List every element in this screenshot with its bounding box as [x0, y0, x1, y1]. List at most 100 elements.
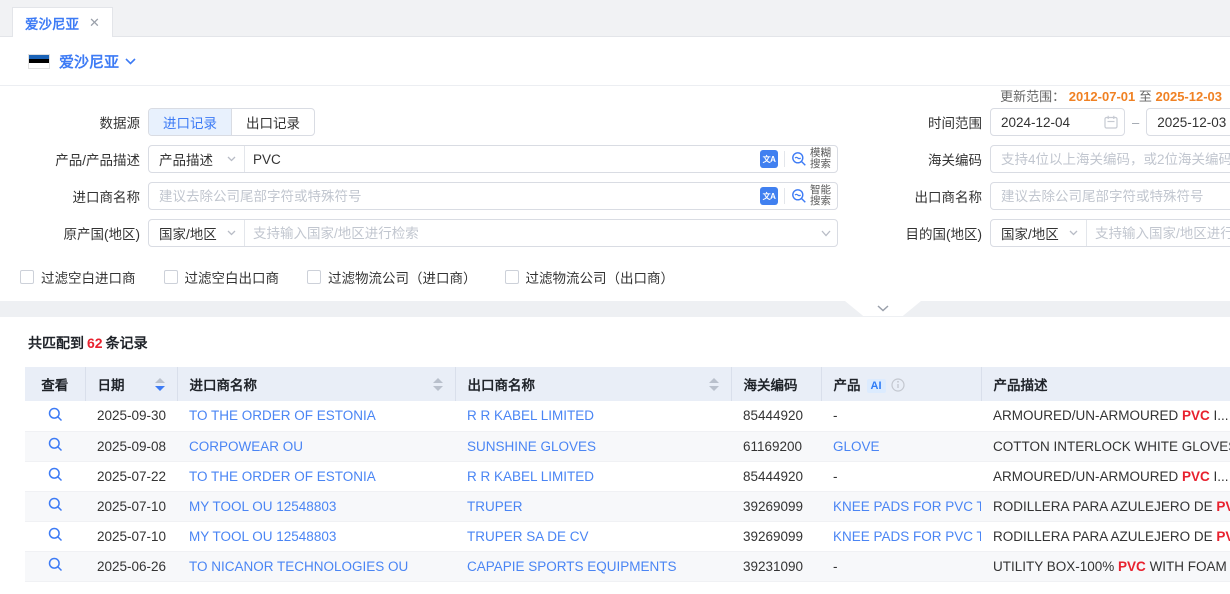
cell-hs-code: 39269099 — [731, 521, 821, 551]
exporter-link[interactable]: TRUPER SA DE CV — [467, 529, 589, 544]
date-start-input[interactable]: 2024-12-04 — [990, 108, 1125, 136]
column-header-description: 产品描述 — [981, 367, 1230, 401]
filter-checkbox-row: 过滤空白进口商 过滤空白出口商 过滤物流公司（进口商） 过滤物流公司（出口商） — [20, 267, 1230, 287]
smart-search-button[interactable]: 智能搜索 — [791, 185, 831, 207]
results-summary: 共匹配到62条记录 — [0, 333, 1230, 353]
origin-country-select[interactable]: 国家/地区 — [149, 220, 245, 246]
column-header-hs-code: 海关编码 — [731, 367, 821, 401]
search-icon — [48, 557, 63, 572]
importer-input[interactable] — [149, 184, 760, 208]
cell-date: 2025-06-26 — [85, 551, 177, 581]
collapse-filter-button[interactable] — [845, 301, 921, 316]
cell-date: 2025-09-08 — [85, 431, 177, 461]
view-record-button[interactable] — [25, 497, 85, 512]
product-input[interactable] — [245, 147, 760, 171]
product-link[interactable]: GLOVE — [833, 439, 880, 454]
summary-prefix: 共匹配到 — [28, 335, 84, 351]
exporter-label: 出口商名称 — [838, 186, 982, 206]
chevron-down-icon — [125, 58, 136, 65]
exporter-input[interactable] — [1001, 189, 1230, 204]
cell-hs-code: 85444920 — [731, 461, 821, 491]
data-source-label: 数据源 — [20, 112, 140, 132]
table-row: 2025-07-22 TO THE ORDER OF ESTONIA R R K… — [25, 461, 1230, 491]
table-row: 2025-07-10 MY TOOL OU 12548803 TRUPER SA… — [25, 521, 1230, 551]
sort-date-button[interactable] — [147, 378, 165, 391]
cell-hs-code: 85444920 — [731, 401, 821, 431]
cell-date: 2025-07-22 — [85, 461, 177, 491]
column-header-exporter: 出口商名称 — [455, 367, 731, 401]
summary-count: 62 — [84, 335, 106, 351]
importer-link[interactable]: MY TOOL OU 12548803 — [189, 499, 336, 514]
dest-country-input[interactable] — [1087, 221, 1230, 245]
translate-icon[interactable]: 文A — [760, 150, 778, 168]
update-range-to: 至 — [1139, 89, 1152, 104]
divider — [784, 151, 785, 167]
tab-estonia[interactable]: 爱沙尼亚 ✕ — [12, 7, 113, 37]
view-record-button[interactable] — [25, 437, 85, 452]
exporter-link[interactable]: TRUPER — [467, 499, 523, 514]
column-header-view: 查看 — [25, 367, 85, 401]
country-name[interactable]: 爱沙尼亚 — [59, 51, 119, 72]
exporter-link[interactable]: CAPAPIE SPORTS EQUIPMENTS — [467, 559, 677, 574]
search-icon — [48, 467, 63, 482]
chevron-down-icon — [821, 230, 831, 237]
divider — [784, 188, 785, 204]
cell-description: RODILLERA PARA AZULEJERO DE PVC — [981, 521, 1230, 551]
info-icon[interactable] — [891, 378, 905, 392]
importer-link[interactable]: TO NICANOR TECHNOLOGIES OU — [189, 559, 408, 574]
checkbox[interactable] — [20, 270, 34, 284]
cell-product: - — [821, 551, 981, 581]
cell-description: UTILITY BOX-100% PVC WITH FOAM — [981, 551, 1230, 581]
checkbox[interactable] — [307, 270, 321, 284]
calendar-icon[interactable] — [1104, 115, 1118, 129]
checkbox-filter-logistics-exporter[interactable]: 过滤物流公司（出口商） — [505, 267, 675, 287]
importer-link[interactable]: TO THE ORDER OF ESTONIA — [189, 469, 376, 484]
view-record-button[interactable] — [25, 467, 85, 482]
checkbox-filter-logistics-importer[interactable]: 过滤物流公司（进口商） — [307, 267, 477, 287]
column-header-importer: 进口商名称 — [177, 367, 455, 401]
close-icon[interactable]: ✕ — [89, 16, 100, 29]
view-record-button[interactable] — [25, 557, 85, 572]
product-link[interactable]: KNEE PADS FOR PVC T... — [833, 529, 981, 544]
segment-export-records[interactable]: 出口记录 — [231, 109, 314, 135]
exporter-link[interactable]: R R KABEL LIMITED — [467, 469, 594, 484]
importer-link[interactable]: CORPOWEAR OU — [189, 439, 303, 454]
panel-separator — [0, 301, 1230, 317]
product-link[interactable]: KNEE PADS FOR PVC T... — [833, 499, 981, 514]
importer-link[interactable]: TO THE ORDER OF ESTONIA — [189, 408, 376, 423]
product-type-value: 产品描述 — [159, 149, 213, 169]
view-record-button[interactable] — [25, 407, 85, 422]
translate-icon[interactable]: 文A — [760, 187, 778, 205]
origin-country-input[interactable] — [245, 221, 821, 245]
checkbox-filter-blank-exporter[interactable]: 过滤空白出口商 — [164, 267, 280, 287]
data-source-segmented: 进口记录 出口记录 — [148, 108, 315, 136]
checkbox[interactable] — [505, 270, 519, 284]
segment-import-records[interactable]: 进口记录 — [149, 109, 231, 135]
tab-title: 爱沙尼亚 — [25, 13, 79, 33]
cell-date: 2025-09-30 — [85, 401, 177, 431]
date-end-input[interactable]: 2025-12-03 — [1146, 108, 1230, 136]
table-row: 2025-06-26 TO NICANOR TECHNOLOGIES OU CA… — [25, 551, 1230, 581]
exporter-link[interactable]: SUNSHINE GLOVES — [467, 439, 596, 454]
view-record-button[interactable] — [25, 527, 85, 542]
checkbox-label: 过滤物流公司（出口商） — [526, 267, 675, 287]
update-range-end: 2025-12-03 — [1156, 89, 1223, 104]
search-icon — [48, 527, 63, 542]
smart-search-icon — [791, 188, 807, 204]
checkbox-filter-blank-importer[interactable]: 过滤空白进口商 — [20, 267, 136, 287]
dest-country-select[interactable]: 国家/地区 — [991, 220, 1087, 246]
sort-exporter-button[interactable] — [701, 378, 719, 391]
exporter-link[interactable]: R R KABEL LIMITED — [467, 408, 594, 423]
hs-code-input[interactable] — [1001, 152, 1230, 167]
search-icon — [48, 497, 63, 512]
tab-bar: 爱沙尼亚 ✕ — [0, 0, 1230, 37]
importer-link[interactable]: MY TOOL OU 12548803 — [189, 529, 336, 544]
fuzzy-search-button[interactable]: 模糊搜索 — [791, 148, 831, 170]
search-icon — [48, 407, 63, 422]
sort-importer-button[interactable] — [425, 378, 443, 391]
product-type-select[interactable]: 产品描述 — [149, 146, 245, 172]
checkbox[interactable] — [164, 270, 178, 284]
summary-suffix: 条记录 — [106, 335, 148, 351]
dest-country-label: 目的国(地区) — [838, 223, 982, 243]
checkbox-label: 过滤空白进口商 — [41, 267, 136, 287]
